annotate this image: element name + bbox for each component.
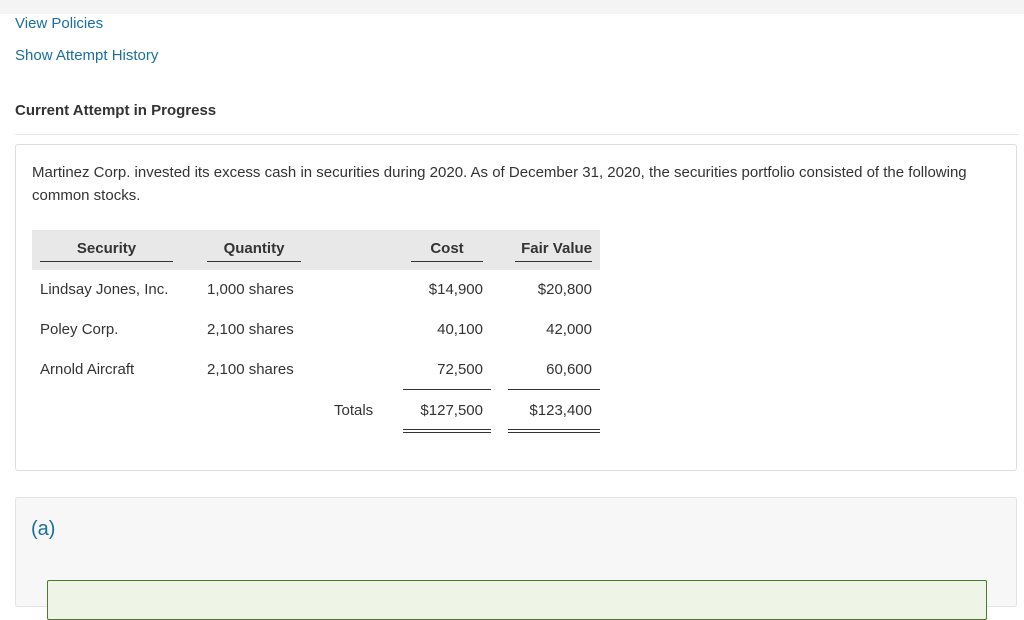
- attempt-heading: Current Attempt in Progress: [15, 102, 217, 119]
- fair-value-double-rule-bottom: [508, 432, 600, 433]
- totals-cost: $127,500: [420, 402, 483, 419]
- row-1-security: Lindsay Jones, Inc.: [40, 281, 169, 298]
- header-fair-value: Fair Value: [521, 240, 592, 257]
- row-2-cost: 40,100: [437, 321, 483, 338]
- cost-double-rule-top: [403, 429, 491, 430]
- part-a-answer-box[interactable]: [47, 580, 987, 620]
- header-cost: Cost: [430, 240, 464, 257]
- row-1-quantity: 1,000 shares: [207, 281, 294, 298]
- header-security: Security: [76, 240, 137, 257]
- header-quantity-underline: [207, 261, 301, 262]
- heading-divider: [15, 134, 1018, 135]
- cost-sum-rule: [403, 389, 491, 390]
- row-3-security: Arnold Aircraft: [40, 361, 135, 378]
- row-1-cost: $14,900: [428, 281, 483, 298]
- totals-fair-value: $123,400: [529, 402, 592, 419]
- totals-label: Totals: [334, 402, 374, 419]
- fair-value-sum-rule: [508, 389, 600, 390]
- row-2-fair-value: 42,000: [546, 321, 592, 338]
- show-attempt-history-link[interactable]: Show Attempt History: [15, 47, 158, 64]
- question-text: Martinez Corp. invested its excess cash …: [32, 164, 967, 204]
- row-3-fair-value: 60,600: [546, 361, 592, 378]
- part-a-label: (a): [31, 518, 56, 540]
- row-2-security: Poley Corp.: [40, 321, 119, 338]
- header-fair-value-underline: [515, 261, 592, 262]
- header-cost-underline: [411, 261, 483, 262]
- header-quantity: Quantity: [223, 240, 285, 257]
- row-2-quantity: 2,100 shares: [207, 321, 294, 338]
- row-1-fair-value: $20,800: [537, 281, 592, 298]
- top-band: [0, 0, 1024, 14]
- header-security-underline: [40, 261, 173, 262]
- cost-double-rule-bottom: [403, 432, 491, 433]
- row-3-cost: 72,500: [437, 361, 483, 378]
- row-3-quantity: 2,100 shares: [207, 361, 294, 378]
- view-policies-link[interactable]: View Policies: [15, 15, 103, 32]
- fair-value-double-rule-top: [508, 429, 600, 430]
